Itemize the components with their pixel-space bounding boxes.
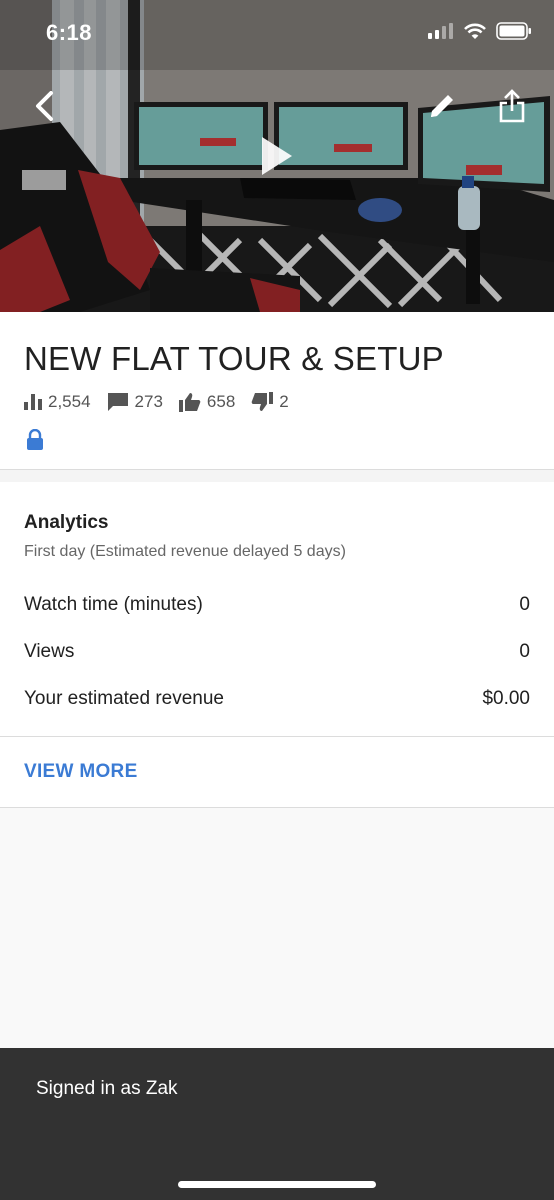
status-bar: 6:18	[0, 0, 554, 70]
metric-label: Watch time (minutes)	[24, 594, 203, 615]
view-more-button[interactable]: VIEW MORE	[24, 761, 138, 783]
metric-value: 0	[519, 594, 530, 615]
status-time: 6:18	[46, 20, 93, 45]
home-indicator[interactable]	[178, 1181, 376, 1188]
views-stat: 2,554	[24, 392, 91, 412]
empty-area	[0, 809, 554, 1048]
thumbs-up-icon	[178, 393, 201, 412]
dislikes-count: 2	[279, 392, 289, 411]
signed-in-snackbar: Signed in as Zak	[0, 1048, 554, 1200]
back-arrow-icon	[36, 91, 53, 121]
video-info: NEW FLAT TOUR & SETUP 2,554 273 658 2	[0, 312, 554, 470]
lock-icon	[27, 429, 43, 450]
analytics-card: Analytics First day (Estimated revenue d…	[0, 482, 554, 808]
views-count: 2,554	[48, 392, 91, 411]
metric-value: 0	[519, 641, 530, 662]
analytics-row-revenue: Your estimated revenue $0.00	[24, 688, 530, 710]
video-player[interactable]: 6:18	[0, 0, 554, 312]
dislikes-stat: 2	[251, 392, 289, 412]
section-gap	[0, 470, 554, 482]
comments-count: 273	[134, 392, 163, 411]
analytics-subtitle: First day (Estimated revenue delayed 5 d…	[24, 543, 346, 560]
likes-count: 658	[206, 392, 236, 411]
status-icons	[428, 22, 532, 40]
metric-value: $0.00	[482, 688, 530, 709]
edit-button[interactable]	[420, 84, 464, 128]
play-icon	[262, 137, 292, 175]
divider	[0, 736, 554, 737]
video-title: NEW FLAT TOUR & SETUP	[24, 340, 444, 377]
analytics-heading: Analytics	[24, 512, 109, 533]
share-button[interactable]	[490, 84, 534, 128]
comment-icon	[107, 393, 128, 411]
metric-label: Your estimated revenue	[24, 688, 224, 709]
wifi-icon	[464, 23, 486, 39]
bar-chart-icon	[24, 394, 42, 410]
analytics-row-watch-time: Watch time (minutes) 0	[24, 594, 530, 616]
back-button[interactable]	[22, 84, 66, 128]
metric-label: Views	[24, 641, 75, 662]
likes-stat: 658	[178, 392, 236, 412]
signal-icon	[428, 23, 453, 39]
comments-stat: 273	[107, 392, 163, 412]
thumbs-down-icon	[251, 392, 274, 411]
share-icon	[499, 89, 525, 123]
analytics-row-views: Views 0	[24, 641, 530, 663]
pencil-icon	[431, 95, 453, 117]
video-stats: 2,554 273 658 2	[24, 392, 305, 412]
snackbar-text: Signed in as Zak	[36, 1078, 178, 1099]
play-button[interactable]	[252, 128, 302, 184]
battery-icon	[496, 22, 531, 40]
